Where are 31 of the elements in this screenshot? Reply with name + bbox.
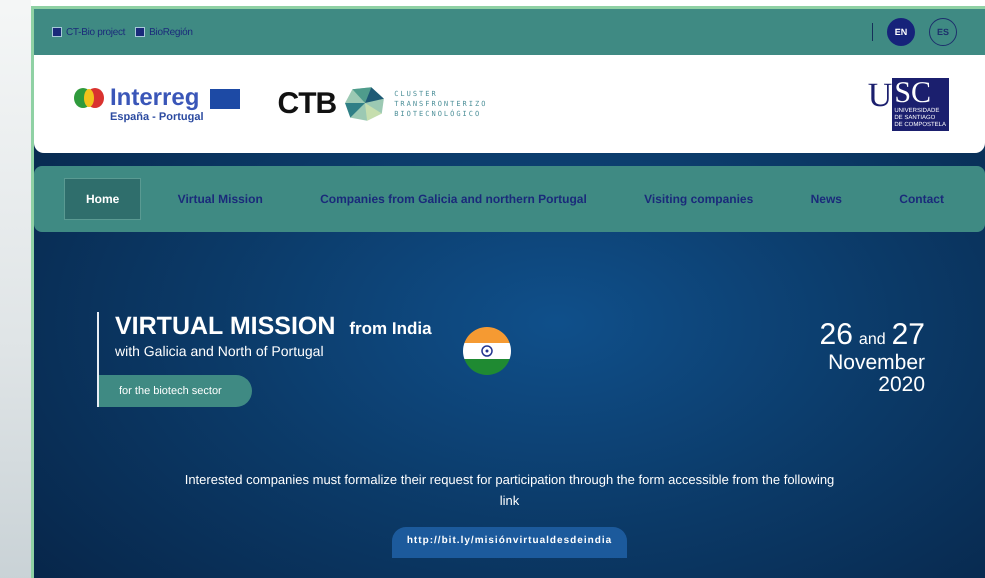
interreg-emblem-icon — [74, 87, 104, 109]
form-link-button[interactable]: http://bit.ly/misiónvirtualdesdeindia — [392, 527, 628, 558]
hero-title: VIRTUAL MISSION — [115, 312, 336, 341]
logo-text: CTB — [278, 86, 336, 122]
date-day: 27 — [892, 318, 925, 352]
link-icon — [52, 27, 62, 37]
hero-subtitle: with Galicia and North of Portugal — [115, 343, 325, 359]
logo-text: Interreg — [110, 85, 200, 111]
notice-text: Interested companies must formalize their request for participation through the form accessible from the following link — [184, 471, 836, 510]
nav-tab[interactable]: Visiting companies — [623, 179, 774, 219]
nav-tab[interactable]: Virtual Mission — [156, 179, 284, 219]
nav-tab[interactable]: Home — [64, 178, 142, 220]
polygon-logo-icon — [344, 86, 386, 122]
link-icon — [135, 27, 146, 37]
date-day: 26 — [820, 318, 853, 352]
nav-tab[interactable]: Contact — [878, 179, 965, 219]
logo-subtitle: España - Portugal — [110, 111, 204, 123]
logo-text: U — [868, 78, 892, 114]
nav-tab[interactable]: News — [790, 179, 863, 219]
nav-tab[interactable]: Companies from Galicia and northern Portugal — [299, 179, 608, 219]
language-button[interactable]: ES — [929, 18, 957, 46]
top-link[interactable]: CT-Bio project — [52, 26, 126, 38]
date-joiner: and — [858, 331, 886, 349]
india-flag-icon — [462, 326, 512, 376]
sector-tag: for the biotech sector — [99, 375, 252, 407]
date-month: November — [827, 352, 925, 374]
hero-title-suffix: from India — [349, 319, 432, 339]
eu-flag-icon — [210, 89, 240, 109]
top-link[interactable]: BioRegión — [135, 26, 193, 38]
date-year: 2020 — [877, 374, 925, 396]
language-button[interactable]: EN — [887, 18, 915, 46]
